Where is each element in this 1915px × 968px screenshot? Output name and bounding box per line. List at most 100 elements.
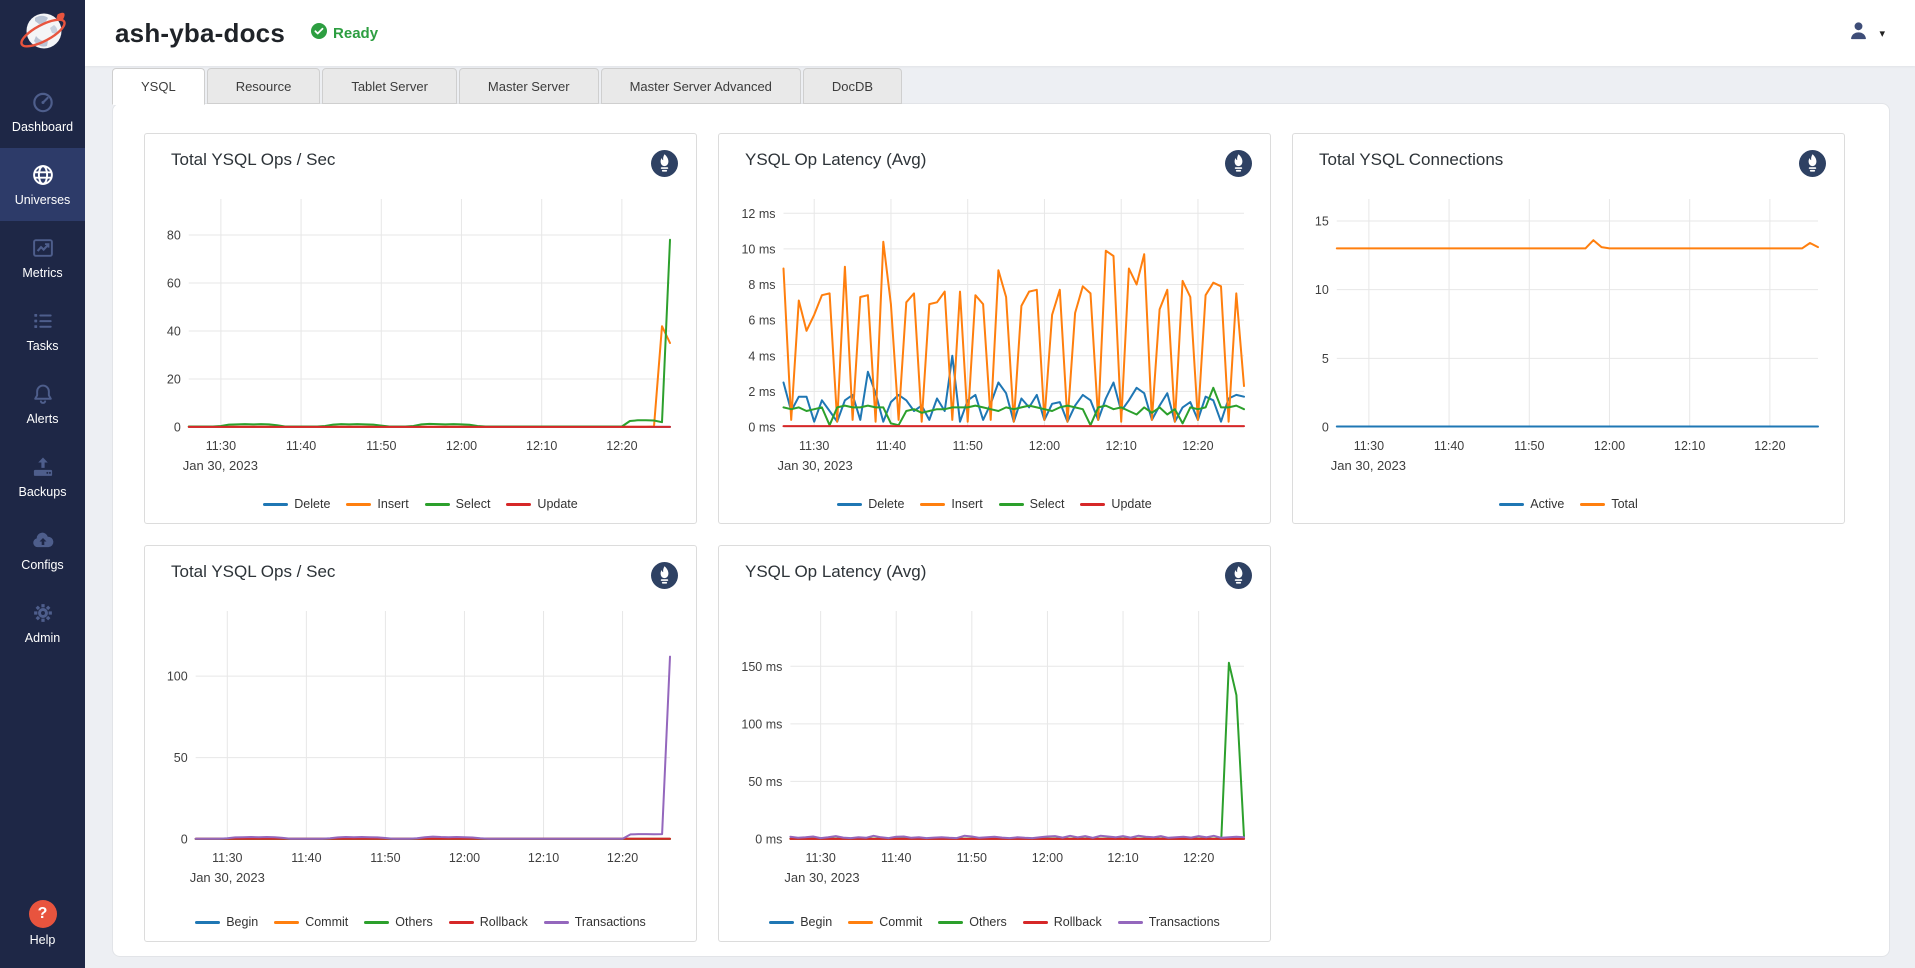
sidebar-item-metrics[interactable]: Metrics <box>0 221 85 294</box>
svg-text:10: 10 <box>1315 283 1329 297</box>
legend-item-select[interactable]: Select <box>425 497 491 511</box>
legend-item-select[interactable]: Select <box>999 497 1065 511</box>
legend-item-delete[interactable]: Delete <box>263 497 330 511</box>
sidebar-item-tasks[interactable]: Tasks <box>0 294 85 367</box>
sidebar-item-alerts[interactable]: Alerts <box>0 367 85 440</box>
sidebar-item-label: Metrics <box>22 266 62 280</box>
tab-tablet-server[interactable]: Tablet Server <box>322 68 457 104</box>
page-title: ash-yba-docs <box>115 18 285 49</box>
legend-item-rollback[interactable]: Rollback <box>449 915 528 929</box>
series-line-total <box>1337 240 1818 248</box>
chevron-down-icon: ▾ <box>1879 27 1885 40</box>
check-circle-icon <box>311 23 327 43</box>
legend-label: Insert <box>951 497 982 511</box>
legend-item-transactions[interactable]: Transactions <box>1118 915 1220 929</box>
series-line-others <box>790 663 1244 839</box>
svg-text:11:30: 11:30 <box>805 851 835 865</box>
legend-swatch <box>195 921 220 924</box>
svg-text:80: 80 <box>167 229 181 243</box>
legend-label: Delete <box>294 497 330 511</box>
sidebar-item-label: Configs <box>21 558 63 572</box>
legend-item-others[interactable]: Others <box>938 915 1007 929</box>
sidebar-item-label: Backups <box>19 485 67 499</box>
chart-plot: 11:3011:4011:5012:0012:1012:200 ms50 ms1… <box>731 593 1258 898</box>
svg-text:6 ms: 6 ms <box>748 314 775 328</box>
chart-legend: Active Total <box>1305 497 1832 515</box>
status-label: Ready <box>333 25 378 42</box>
svg-text:60: 60 <box>167 277 181 291</box>
tab-ysql[interactable]: YSQL <box>112 68 205 105</box>
legend-item-active[interactable]: Active <box>1499 497 1564 511</box>
svg-text:12:10: 12:10 <box>1107 851 1138 865</box>
legend-swatch <box>425 503 450 506</box>
user-menu[interactable]: ▾ <box>1847 19 1885 47</box>
legend-item-insert[interactable]: Insert <box>346 497 408 511</box>
help-icon: ? <box>29 900 57 928</box>
prometheus-icon[interactable] <box>1225 150 1252 177</box>
svg-text:12:20: 12:20 <box>607 851 638 865</box>
sidebar-item-configs[interactable]: Configs <box>0 513 85 586</box>
chart-title: Total YSQL Ops / Sec <box>171 562 335 582</box>
sidebar-item-admin[interactable]: Admin <box>0 586 85 659</box>
svg-text:0: 0 <box>174 421 181 435</box>
svg-text:12:10: 12:10 <box>528 851 559 865</box>
legend-item-others[interactable]: Others <box>364 915 433 929</box>
configs-cloud-icon <box>30 527 56 553</box>
legend-item-update[interactable]: Update <box>1080 497 1151 511</box>
sidebar-item-universes[interactable]: Universes <box>0 148 85 221</box>
legend-item-transactions[interactable]: Transactions <box>544 915 646 929</box>
legend-item-update[interactable]: Update <box>506 497 577 511</box>
svg-text:5: 5 <box>1322 352 1329 366</box>
svg-text:11:30: 11:30 <box>799 439 829 453</box>
status-badge: Ready <box>311 23 378 43</box>
chart-svg: 11:3011:4011:5012:0012:1012:20020406080J… <box>157 181 684 481</box>
svg-text:0: 0 <box>1322 421 1329 435</box>
legend-swatch <box>1023 921 1048 924</box>
legend-label: Commit <box>879 915 922 929</box>
prometheus-icon[interactable] <box>651 150 678 177</box>
prometheus-icon[interactable] <box>1799 150 1826 177</box>
legend-swatch <box>1118 921 1143 924</box>
chart-legend: Begin Commit Others Rollback Transactions <box>731 915 1258 933</box>
legend-swatch <box>506 503 531 506</box>
legend-item-total[interactable]: Total <box>1580 497 1637 511</box>
sidebar-item-label: Tasks <box>27 339 59 353</box>
chart-plot: 11:3011:4011:5012:0012:1012:20051015Jan … <box>1305 181 1832 486</box>
chart-legend: Begin Commit Others Rollback Transactions <box>157 915 684 933</box>
svg-text:8 ms: 8 ms <box>748 278 775 292</box>
svg-text:11:40: 11:40 <box>286 439 316 453</box>
sidebar-item-dashboard[interactable]: Dashboard <box>0 75 85 148</box>
svg-text:12:00: 12:00 <box>446 439 477 453</box>
svg-text:150 ms: 150 ms <box>741 660 782 674</box>
tab-docdb[interactable]: DocDB <box>803 68 902 104</box>
chart-plot: 11:3011:4011:5012:0012:1012:20020406080J… <box>157 181 684 486</box>
prometheus-icon[interactable] <box>651 562 678 589</box>
legend-item-insert[interactable]: Insert <box>920 497 982 511</box>
legend-label: Select <box>1030 497 1065 511</box>
svg-text:11:50: 11:50 <box>957 851 987 865</box>
legend-item-commit[interactable]: Commit <box>848 915 922 929</box>
chart-svg: 11:3011:4011:5012:0012:1012:20051015Jan … <box>1305 181 1832 481</box>
legend-label: Begin <box>800 915 832 929</box>
series-line-transactions <box>790 836 1244 838</box>
tab-master-server[interactable]: Master Server <box>459 68 599 104</box>
legend-item-begin[interactable]: Begin <box>195 915 258 929</box>
svg-text:4 ms: 4 ms <box>748 349 775 363</box>
tab-master-server-advanced[interactable]: Master Server Advanced <box>601 68 801 104</box>
svg-text:Jan 30, 2023: Jan 30, 2023 <box>183 458 258 473</box>
sidebar-item-backups[interactable]: Backups <box>0 440 85 513</box>
legend-swatch <box>449 921 474 924</box>
app-logo-icon[interactable] <box>16 6 70 65</box>
legend-item-rollback[interactable]: Rollback <box>1023 915 1102 929</box>
legend-item-begin[interactable]: Begin <box>769 915 832 929</box>
tab-resource[interactable]: Resource <box>207 68 321 104</box>
prometheus-icon[interactable] <box>1225 562 1252 589</box>
svg-text:10 ms: 10 ms <box>741 242 775 256</box>
legend-item-commit[interactable]: Commit <box>274 915 348 929</box>
svg-text:0: 0 <box>181 833 188 847</box>
legend-label: Others <box>969 915 1007 929</box>
chart-panel-ysql-op-latency-transactions: YSQL Op Latency (Avg) 11:3011:4011:5012:… <box>718 545 1271 942</box>
sidebar-item-help[interactable]: ? Help <box>0 887 85 960</box>
legend-item-delete[interactable]: Delete <box>837 497 904 511</box>
legend-label: Update <box>537 497 577 511</box>
